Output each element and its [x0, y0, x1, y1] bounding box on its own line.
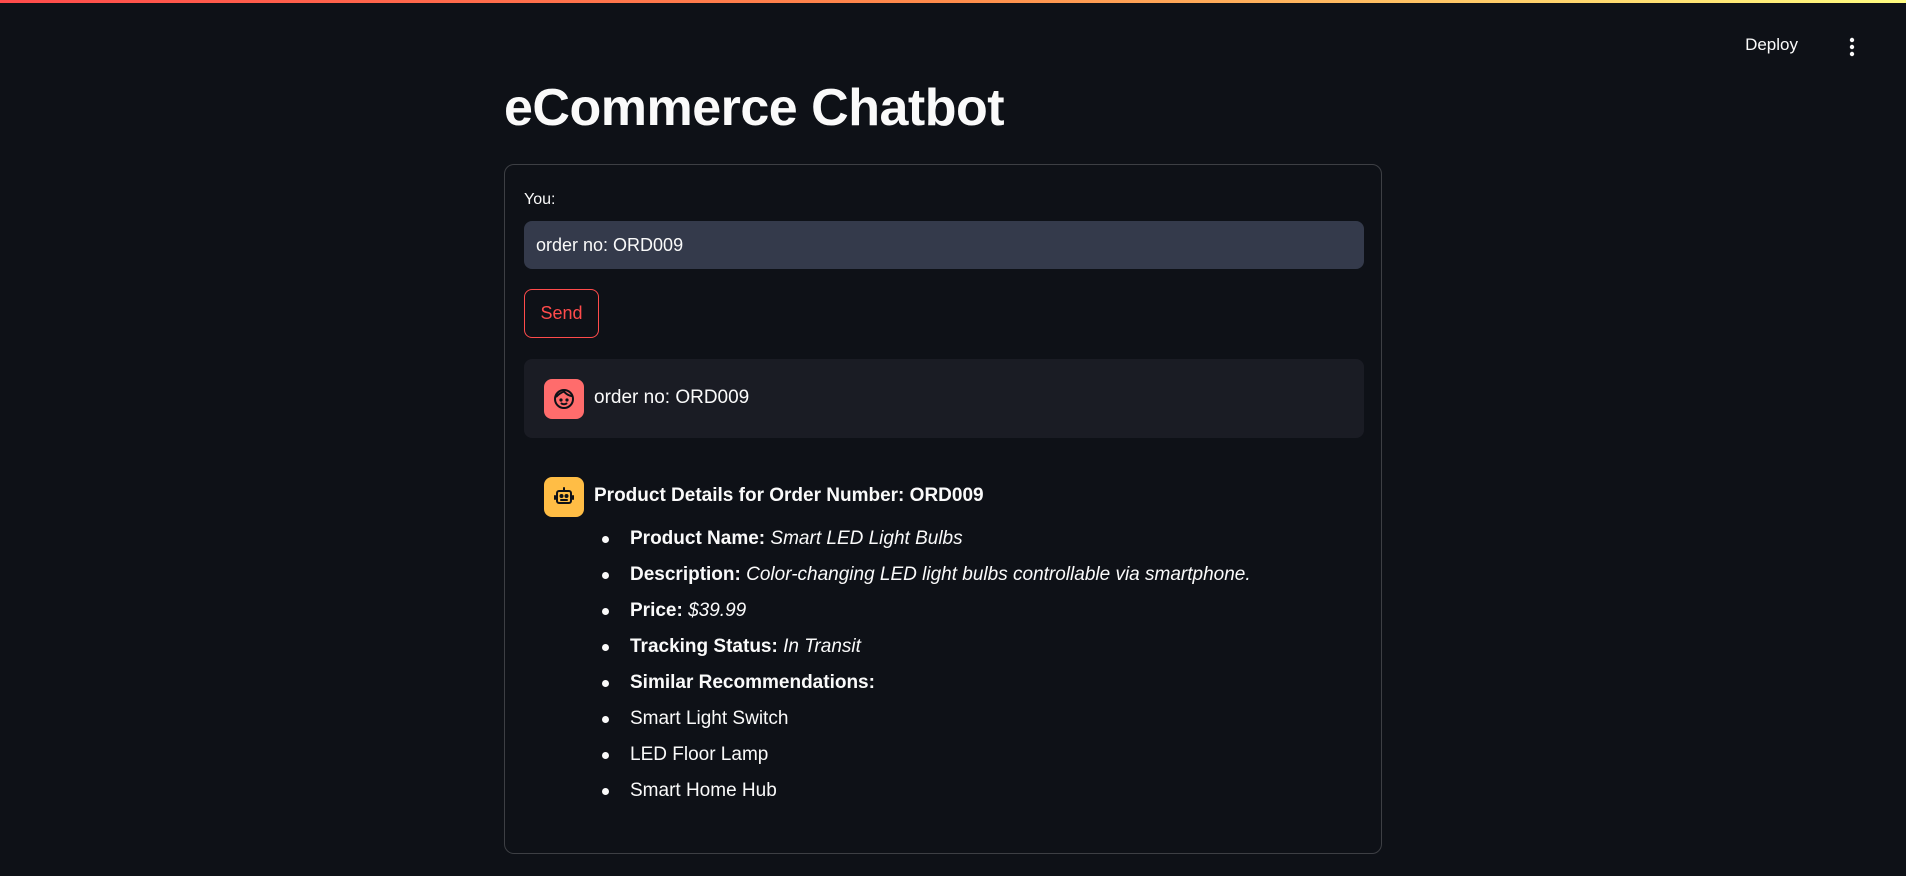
user-chat-message: order no: ORD009 [524, 359, 1364, 438]
list-item: Tracking Status: In Transit [594, 629, 1251, 665]
deploy-button[interactable]: Deploy [1733, 29, 1810, 61]
send-button[interactable]: Send [524, 289, 599, 338]
detail-label: Description: [630, 564, 741, 585]
page-title: eCommerce Chatbot [504, 79, 1005, 137]
list-item: Smart Home Hub [594, 773, 1251, 809]
recommendation-text: Smart Light Switch [630, 708, 789, 729]
detail-value: In Transit [783, 636, 861, 657]
detail-label: Price: [630, 600, 683, 621]
assistant-avatar [544, 477, 584, 517]
list-item: LED Floor Lamp [594, 737, 1251, 773]
detail-value: Color-changing LED light bulbs controlla… [746, 564, 1251, 585]
main-menu-button[interactable] [1836, 31, 1868, 63]
list-item: Smart Light Switch [594, 701, 1251, 737]
assistant-chat-message: Product Details for Order Number: ORD009… [524, 458, 1364, 828]
chat-form: You: Send order no: ORD009 [504, 164, 1382, 854]
detail-value: $39.99 [688, 600, 747, 621]
list-item: Price: $39.99 [594, 593, 1251, 629]
recommendation-text: Smart Home Hub [630, 780, 777, 801]
detail-value: Smart LED Light Bulbs [770, 528, 963, 549]
robot-icon [554, 487, 574, 504]
message-input[interactable] [524, 221, 1364, 269]
user-face-icon [554, 389, 574, 409]
detail-label: Similar Recommendations: [630, 672, 875, 693]
product-details-list: Product Name: Smart LED Light Bulbs Desc… [594, 521, 1251, 809]
detail-label: Tracking Status: [630, 636, 778, 657]
user-avatar [544, 379, 584, 419]
input-label: You: [524, 191, 556, 208]
user-message-text: order no: ORD009 [594, 387, 750, 408]
app-header: Deploy [0, 3, 1906, 83]
list-item: Product Name: Smart LED Light Bulbs [594, 521, 1251, 557]
assistant-message-heading: Product Details for Order Number: ORD009 [594, 485, 984, 506]
recommendation-text: LED Floor Lamp [630, 744, 769, 765]
list-item: Description: Color-changing LED light bu… [594, 557, 1251, 593]
list-item: Similar Recommendations: [594, 665, 1251, 701]
detail-label: Product Name: [630, 528, 766, 549]
kebab-menu-icon [1849, 37, 1855, 57]
